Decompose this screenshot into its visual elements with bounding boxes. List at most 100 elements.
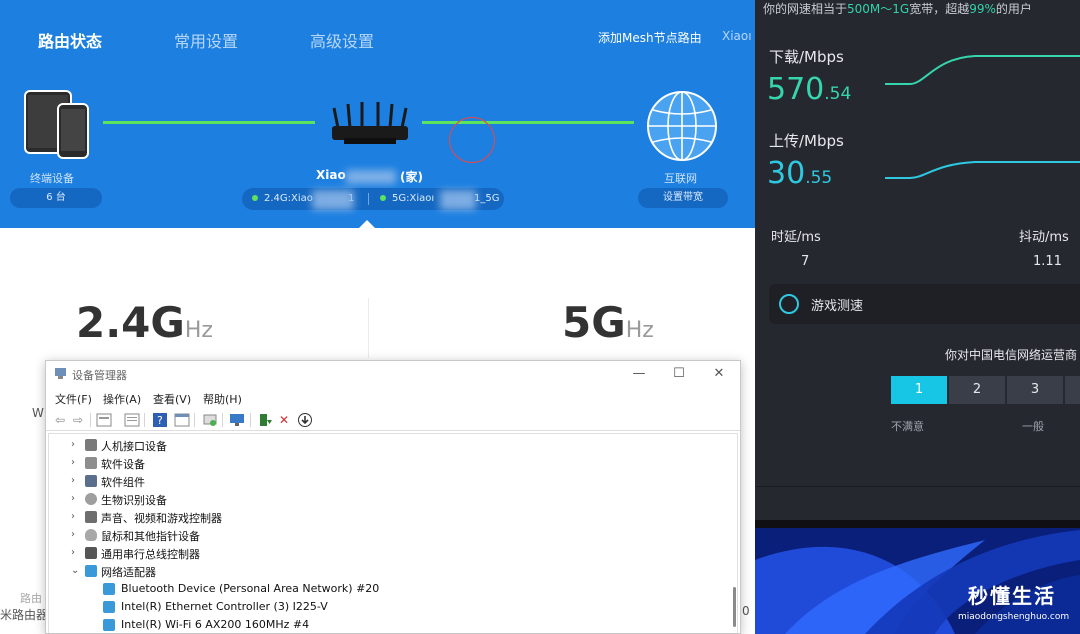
wifi-separator <box>368 193 369 205</box>
globe-icon[interactable] <box>646 90 718 162</box>
toolbar-separator <box>144 413 145 427</box>
set-bandwidth-button[interactable]: 设置带宽 <box>638 188 728 208</box>
chevron-right-icon[interactable]: › <box>71 493 81 504</box>
back-icon[interactable]: ⇦ <box>52 412 68 428</box>
latency-value: 7 <box>801 254 810 269</box>
tab-common-settings[interactable]: 常用设置 <box>174 28 238 52</box>
uninstall-icon[interactable]: ✕ <box>276 412 292 428</box>
driver-update-icon[interactable] <box>257 412 273 428</box>
jitter-value: 1.11 <box>1033 254 1062 269</box>
chevron-right-icon[interactable]: › <box>71 511 81 522</box>
toolbar-separator <box>222 413 223 427</box>
network-adapter-icon <box>103 601 115 613</box>
chevron-right-icon[interactable]: › <box>71 529 81 540</box>
biometric-icon <box>85 493 97 505</box>
game-speed-test-button[interactable]: 游戏测速 <box>769 284 1080 324</box>
menu-file[interactable]: 文件(F) <box>55 391 92 407</box>
game-speed-test-label: 游戏测速 <box>811 299 864 314</box>
router-icon[interactable] <box>330 100 410 150</box>
add-mesh-link[interactable]: 添加Mesh节点路由 <box>598 29 702 46</box>
rating-option-2[interactable]: 2 <box>949 376 1005 404</box>
help-icon[interactable]: ? <box>152 412 168 428</box>
properties-icon[interactable] <box>96 412 112 428</box>
rating-option-3[interactable]: 3 <box>1007 376 1063 404</box>
software-component-icon <box>85 475 97 487</box>
wifi-24-status-dot <box>252 195 258 201</box>
download-label: 下载/Mbps <box>769 48 844 66</box>
taskbar-strip <box>755 520 1080 528</box>
chevron-right-icon[interactable]: › <box>71 439 81 450</box>
rating-option-partial[interactable] <box>1065 376 1080 404</box>
partial-text: W <box>32 406 44 420</box>
device-manager-titlebar[interactable]: 设备管理器 — ☐ ✕ <box>46 361 740 387</box>
view-icon[interactable] <box>174 412 190 428</box>
partial-text: 0 <box>742 604 750 618</box>
chevron-down-icon[interactable]: ⌄ <box>71 565 81 576</box>
chevron-right-icon[interactable]: › <box>71 457 81 468</box>
header-account-text[interactable]: Xiaoı <box>722 29 752 43</box>
freq-24-title: 2.4GHz <box>76 298 213 347</box>
toolbar-separator <box>194 413 195 427</box>
partial-text: 米路由器 <box>0 608 49 622</box>
speed-summary: 你的网速相当于500M～1G宽带，超越99%的用户 <box>763 2 1032 16</box>
watermark-title: 秒懂生活 <box>968 584 1056 608</box>
chevron-right-icon[interactable]: › <box>71 547 81 558</box>
selection-pointer <box>358 220 376 228</box>
minimize-button[interactable]: — <box>626 364 652 384</box>
usb-icon <box>85 547 97 559</box>
chevron-right-icon[interactable]: › <box>71 475 81 486</box>
redaction-blur <box>346 170 396 184</box>
wifi-24-ssid: 2.4G:Xiao <box>252 188 313 210</box>
jitter-label: 抖动/ms <box>1019 230 1069 245</box>
cursor-highlight <box>449 117 495 163</box>
wifi-5-ssid: 5G:Xiaoı <box>380 188 434 210</box>
gamepad-icon <box>779 294 799 314</box>
maximize-button[interactable]: ☐ <box>666 364 692 384</box>
watermark-url: miaodongshenghuo.com <box>958 612 1070 622</box>
freq-5-title: 5GHz <box>562 298 654 347</box>
monitor-icon[interactable] <box>229 412 245 428</box>
wifi-5-status-dot <box>380 195 386 201</box>
menu-bar: 文件(F) 操作(A) 查看(V) 帮助(H) <box>46 389 740 409</box>
redaction-blur <box>312 190 354 210</box>
software-device-icon <box>85 457 97 469</box>
hid-icon <box>85 439 97 451</box>
menu-view[interactable]: 查看(V) <box>153 391 191 407</box>
network-adapter-icon <box>103 583 115 595</box>
freq-divider <box>368 298 369 358</box>
forward-icon[interactable]: ⇨ <box>70 412 86 428</box>
wifi-5-ssid-tail: 1_5G <box>474 193 500 204</box>
upload-label: 上传/Mbps <box>769 132 844 150</box>
rating-option-1[interactable]: 1 <box>891 376 947 404</box>
devices-count-badge[interactable]: 6 台 <box>10 188 102 208</box>
device-manager-app-icon <box>55 368 66 379</box>
partial-text: 路由 <box>20 592 42 605</box>
link-line-internet <box>422 121 634 124</box>
upload-value: 30.55 <box>767 156 833 191</box>
audio-icon <box>85 511 97 523</box>
toolbar-separator <box>90 413 91 427</box>
toolbar: ⇦ ⇨ ? ✕ <box>46 409 740 431</box>
panel-divider <box>755 486 1080 487</box>
scan-icon[interactable] <box>202 412 218 428</box>
menu-help[interactable]: 帮助(H) <box>203 391 242 407</box>
download-icon[interactable] <box>297 412 313 428</box>
latency-label: 时延/ms <box>771 230 821 245</box>
window-title: 设备管理器 <box>72 369 127 382</box>
network-adapter-icon <box>85 565 97 577</box>
close-button[interactable]: ✕ <box>706 364 732 384</box>
toolbar-separator <box>250 413 251 427</box>
router-header: 路由状态 常用设置 高级设置 添加Mesh节点路由 Xiaoı 终端设备 6 台… <box>0 0 755 228</box>
tab-advanced-settings[interactable]: 高级设置 <box>310 28 374 52</box>
list-icon[interactable] <box>124 412 140 428</box>
router-name-suffix: (家) <box>400 170 423 184</box>
scrollbar-thumb[interactable] <box>733 587 736 627</box>
survey-question: 你对中国电信网络运营商 <box>945 348 1078 362</box>
tab-router-status[interactable]: 路由状态 <box>38 28 102 52</box>
download-sparkline <box>885 55 1080 85</box>
menu-action[interactable]: 操作(A) <box>103 391 141 407</box>
internet-label: 互联网 <box>664 172 697 185</box>
devices-label: 终端设备 <box>30 172 74 185</box>
network-adapter-icon <box>103 619 115 631</box>
devices-icon[interactable] <box>24 90 90 160</box>
